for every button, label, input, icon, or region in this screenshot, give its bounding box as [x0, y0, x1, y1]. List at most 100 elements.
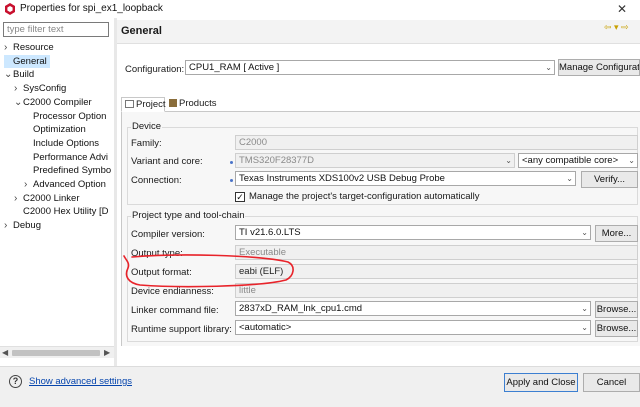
endianness-field: little — [235, 283, 638, 298]
linker-command-file-value: 2837xD_RAM_lnk_cpu1.cmd — [239, 303, 363, 314]
cancel-button[interactable]: Cancel — [583, 373, 640, 392]
tree-item-label: SysConfig — [23, 83, 67, 95]
tab-products[interactable]: Products — [166, 97, 222, 112]
configuration-select[interactable]: CPU1_RAM [ Active ] ⌄ — [185, 60, 555, 75]
toolchain-group-label: Project type and tool-chain — [131, 210, 246, 221]
configuration-label: Configuration: — [125, 64, 185, 75]
navigation-tree: ›ResourceGeneral⌄Build›SysConfig⌄C2000 C… — [0, 18, 114, 364]
tree-item[interactable]: Optimization — [24, 123, 86, 136]
output-type-label: Output type: — [131, 248, 183, 259]
chevron-down-icon[interactable]: ⌄ — [4, 68, 13, 81]
tree-item-label: Optimization — [33, 124, 86, 136]
tree-item[interactable]: ⌄C2000 Compiler — [14, 96, 92, 109]
required-marker-icon — [230, 161, 233, 164]
tab-project[interactable]: Project — [121, 97, 166, 112]
tab-products-label: Products — [179, 98, 217, 109]
runtime-library-value: <automatic> — [239, 322, 292, 333]
verify-button[interactable]: Verify... — [581, 171, 638, 188]
family-label: Family: — [131, 138, 162, 149]
show-advanced-settings-link[interactable]: Show advanced settings — [29, 376, 132, 387]
linker-command-file-label: Linker command file: — [131, 305, 219, 316]
tree-item[interactable]: Performance Advi — [24, 151, 108, 164]
tree-item-label: Build — [13, 69, 35, 81]
tree-item-label: C2000 Hex Utility [D — [23, 206, 109, 218]
tree-item[interactable]: Include Options — [24, 137, 99, 150]
scroll-left-icon[interactable]: ◀ — [2, 347, 8, 359]
device-group-label: Device — [131, 121, 163, 132]
chevron-right-icon[interactable]: › — [24, 178, 33, 191]
tree-item-label: Include Options — [33, 137, 100, 149]
chevron-down-icon: ⌄ — [581, 323, 588, 332]
chevron-down-icon: ⌄ — [505, 156, 512, 165]
tree-item-label: Performance Advi — [33, 151, 108, 163]
chevron-right-icon[interactable]: › — [4, 219, 13, 232]
history-nav-arrows-icon[interactable]: ⇦ ▾ ⇨ — [604, 22, 629, 33]
chevron-down-icon: ⌄ — [581, 228, 588, 237]
variant-select: TMS320F28377D ⌄ — [235, 153, 515, 168]
more-button[interactable]: More... — [595, 225, 638, 242]
connection-value: Texas Instruments XDS100v2 USB Debug Pro… — [239, 173, 445, 184]
tree-item[interactable]: ⌄Build — [4, 68, 34, 81]
tree-item[interactable]: › C2000 Linker — [14, 192, 80, 205]
manage-target-checkbox-label: Manage the project's target-configuratio… — [249, 191, 480, 202]
manage-target-checkbox[interactable]: ✓ — [235, 192, 245, 202]
apply-and-close-button[interactable]: Apply and Close — [504, 373, 578, 392]
connection-label: Connection: — [131, 175, 182, 186]
tree-item[interactable]: General — [4, 54, 50, 68]
scroll-right-icon[interactable]: ▶ — [104, 347, 110, 359]
tree-item-label: Advanced Option — [33, 179, 106, 190]
chevron-down-icon: ⌄ — [545, 63, 552, 72]
products-tab-icon — [169, 99, 177, 107]
family-field: C2000 — [235, 135, 638, 150]
tree-horizontal-scrollbar[interactable]: ◀ ▶ — [0, 346, 114, 358]
tree-filter-input[interactable] — [3, 22, 109, 37]
browse-runtime-button[interactable]: Browse... — [595, 320, 638, 337]
tree-item[interactable]: C2000 Hex Utility [D — [14, 205, 109, 218]
tree-item[interactable]: › Advanced Option — [24, 178, 106, 191]
core-select[interactable]: <any compatible core> ⌄ — [518, 153, 638, 168]
tree-item[interactable]: › SysConfig — [14, 82, 66, 95]
chevron-right-icon[interactable]: › — [4, 41, 13, 54]
chevron-down-icon: ⌄ — [566, 174, 573, 183]
manage-configurations-button[interactable]: Manage Configurations... — [558, 59, 640, 76]
chevron-down-icon: ⌄ — [581, 304, 588, 313]
output-format-label: Output format: — [131, 267, 192, 278]
linker-command-file-select[interactable]: 2837xD_RAM_lnk_cpu1.cmd ⌄ — [235, 301, 591, 316]
chevron-right-icon[interactable]: › — [14, 82, 23, 95]
tree-item-label: General — [13, 55, 47, 67]
tree-item[interactable]: Predefined Symbo — [24, 164, 111, 177]
tree-item-label: C2000 Compiler — [23, 96, 92, 108]
tree-item-label: Predefined Symbo — [33, 165, 112, 177]
chevron-down-icon[interactable]: ⌄ — [14, 96, 23, 109]
scrollbar-thumb[interactable] — [12, 350, 100, 356]
app-icon — [5, 3, 15, 15]
connection-select[interactable]: Texas Instruments XDS100v2 USB Debug Pro… — [235, 171, 576, 186]
core-value: <any compatible core> — [522, 155, 619, 166]
tab-project-label: Project — [136, 99, 166, 110]
runtime-library-label: Runtime support library: — [131, 324, 232, 335]
project-tab-icon — [125, 100, 134, 108]
tree-item-label: Resource — [13, 42, 54, 53]
required-marker-icon — [230, 179, 233, 182]
window-title: Properties for spi_ex1_loopback — [20, 3, 163, 14]
chevron-right-icon[interactable]: › — [14, 192, 23, 205]
close-window-button[interactable]: ✕ — [612, 1, 632, 17]
page-title: General — [121, 25, 162, 37]
output-format-field: eabi (ELF) — [235, 264, 638, 279]
compiler-version-label: Compiler version: — [131, 229, 205, 240]
tree-item[interactable]: › Debug — [4, 219, 41, 232]
tree-item-label: Debug — [13, 220, 41, 232]
tree-item-label: Processor Option — [33, 110, 107, 122]
compiler-version-value: TI v21.6.0.LTS — [239, 227, 301, 238]
output-type-field: Executable — [235, 245, 638, 260]
tree-item[interactable]: Processor Option — [24, 110, 106, 123]
tree-item[interactable]: › Resource — [4, 41, 54, 54]
tree-item-label: C2000 Linker — [23, 192, 80, 204]
configuration-value: CPU1_RAM [ Active ] — [189, 62, 280, 73]
help-icon[interactable]: ? — [9, 375, 22, 388]
endianness-label: Device endianness: — [131, 286, 214, 297]
runtime-library-select[interactable]: <automatic> ⌄ — [235, 320, 591, 335]
browse-linker-button[interactable]: Browse... — [595, 301, 638, 318]
page-header — [117, 20, 640, 44]
compiler-version-select[interactable]: TI v21.6.0.LTS ⌄ — [235, 225, 591, 240]
